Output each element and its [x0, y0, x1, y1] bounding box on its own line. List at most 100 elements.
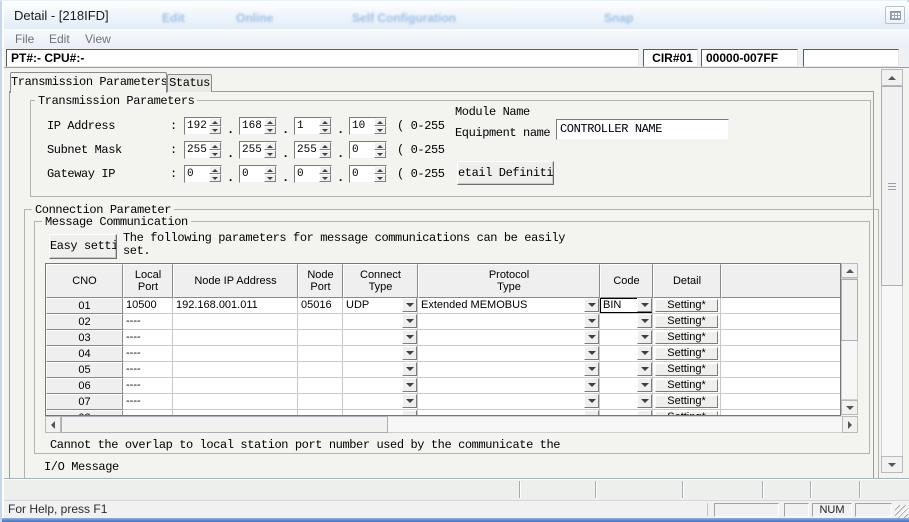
scroll-down-button[interactable]	[841, 400, 858, 415]
spin-up-icon[interactable]	[374, 118, 386, 126]
protocol-type-cell[interactable]	[418, 362, 600, 378]
table-vertical-scrollbar[interactable]	[841, 263, 858, 415]
dropdown-arrow-icon[interactable]	[584, 362, 599, 376]
code-cell[interactable]	[600, 378, 653, 394]
dropdown-arrow-icon[interactable]	[584, 298, 599, 312]
setting-button[interactable]: Setting*	[655, 331, 718, 344]
scroll-down-button[interactable]	[881, 456, 903, 473]
cno-cell[interactable]: 01	[46, 298, 123, 314]
dropdown-arrow-icon[interactable]	[637, 378, 652, 392]
menu-file[interactable]: File	[15, 32, 34, 46]
spin-down-icon[interactable]	[209, 150, 221, 158]
equipment-name-input[interactable]: CONTROLLER NAME	[556, 119, 729, 140]
connect-type-cell[interactable]	[343, 378, 418, 394]
spin-down-icon[interactable]	[264, 126, 276, 134]
setting-button[interactable]: Setting*	[655, 363, 718, 376]
connect-type-cell[interactable]: UDP	[343, 298, 418, 314]
spin-up-icon[interactable]	[319, 166, 331, 174]
node-port-cell[interactable]	[298, 362, 343, 378]
spin-down-icon[interactable]	[374, 150, 386, 158]
easy-setting-button[interactable]: Easy setting	[49, 234, 117, 259]
connect-type-cell[interactable]	[343, 346, 418, 362]
main-vertical-scrollbar[interactable]	[881, 69, 903, 473]
scroll-up-button[interactable]	[881, 69, 903, 86]
dropdown-arrow-icon[interactable]	[584, 378, 599, 392]
node-port-cell[interactable]	[298, 394, 343, 410]
local-port-cell[interactable]: ----	[123, 362, 173, 378]
dropdown-arrow-icon[interactable]	[584, 314, 599, 328]
dropdown-arrow-icon[interactable]	[402, 394, 417, 408]
ip-octet-1-spinner[interactable]: 192	[184, 117, 222, 135]
cno-cell[interactable]: 02	[46, 314, 123, 330]
spin-up-icon[interactable]	[209, 142, 221, 150]
protocol-type-cell[interactable]	[418, 378, 600, 394]
spin-down-icon[interactable]	[319, 126, 331, 134]
menu-view[interactable]: View	[85, 32, 111, 46]
spin-down-icon[interactable]	[374, 126, 386, 134]
scrollbar-thumb[interactable]	[841, 279, 858, 341]
setting-button[interactable]: Setting*	[655, 299, 718, 312]
dropdown-arrow-icon[interactable]	[637, 330, 652, 344]
protocol-type-cell[interactable]: Extended MEMOBUS	[418, 298, 600, 314]
code-cell[interactable]	[600, 346, 653, 362]
node-port-cell[interactable]	[298, 330, 343, 346]
scrollbar-thumb[interactable]	[61, 416, 388, 433]
local-port-cell[interactable]: ----	[123, 314, 173, 330]
dropdown-arrow-icon[interactable]	[637, 362, 652, 376]
spin-down-icon[interactable]	[319, 174, 331, 182]
setting-button[interactable]: Setting*	[655, 379, 718, 392]
spin-down-icon[interactable]	[264, 150, 276, 158]
local-port-cell[interactable]: ----	[123, 346, 173, 362]
subnet-octet-1-spinner[interactable]: 255	[184, 141, 222, 159]
spin-up-icon[interactable]	[374, 142, 386, 150]
spin-up-icon[interactable]	[319, 118, 331, 126]
subnet-octet-2-spinner[interactable]: 255	[239, 141, 277, 159]
cno-cell[interactable]: 04	[46, 346, 123, 362]
spin-up-icon[interactable]	[264, 166, 276, 174]
protocol-type-cell[interactable]	[418, 330, 600, 346]
scroll-right-button[interactable]	[842, 416, 858, 433]
cno-cell[interactable]: 06	[46, 378, 123, 394]
node-ip-cell[interactable]	[173, 362, 298, 378]
ip-octet-2-spinner[interactable]: 168	[239, 117, 277, 135]
spin-down-icon[interactable]	[319, 150, 331, 158]
spin-up-icon[interactable]	[319, 142, 331, 150]
spin-down-icon[interactable]	[264, 174, 276, 182]
code-cell[interactable]: BIN	[600, 298, 653, 314]
dropdown-arrow-icon[interactable]	[584, 394, 599, 408]
ip-octet-4-spinner[interactable]: 10	[349, 117, 387, 135]
node-ip-cell[interactable]	[173, 346, 298, 362]
spin-up-icon[interactable]	[374, 166, 386, 174]
cno-cell[interactable]: 03	[46, 330, 123, 346]
scrollbar-thumb[interactable]	[881, 86, 903, 286]
scroll-left-button[interactable]	[45, 416, 61, 433]
node-ip-cell[interactable]: 192.168.001.011	[173, 298, 298, 314]
node-ip-cell[interactable]	[173, 330, 298, 346]
dropdown-arrow-icon[interactable]	[402, 378, 417, 392]
node-port-cell[interactable]: 05016	[298, 298, 343, 314]
ip-octet-3-spinner[interactable]: 1	[294, 117, 332, 135]
dropdown-arrow-icon[interactable]	[402, 362, 417, 376]
menu-edit[interactable]: Edit	[49, 32, 70, 46]
dropdown-arrow-icon[interactable]	[402, 298, 417, 312]
dropdown-arrow-icon[interactable]	[637, 394, 652, 408]
setting-button[interactable]: Setting*	[655, 315, 718, 328]
dropdown-arrow-icon[interactable]	[402, 330, 417, 344]
local-port-cell[interactable]: ----	[123, 394, 173, 410]
node-port-cell[interactable]	[298, 346, 343, 362]
subnet-octet-3-spinner[interactable]: 255	[294, 141, 332, 159]
dropdown-arrow-icon[interactable]	[402, 314, 417, 328]
spin-up-icon[interactable]	[209, 166, 221, 174]
table-horizontal-scrollbar[interactable]	[45, 416, 858, 433]
code-cell[interactable]	[600, 394, 653, 410]
node-ip-cell[interactable]	[173, 378, 298, 394]
gateway-octet-2-spinner[interactable]: 0	[239, 165, 277, 183]
spin-up-icon[interactable]	[264, 142, 276, 150]
tab-status[interactable]: Status	[167, 74, 212, 92]
dropdown-arrow-icon[interactable]	[637, 298, 652, 312]
gateway-octet-4-spinner[interactable]: 0	[349, 165, 387, 183]
spin-down-icon[interactable]	[374, 174, 386, 182]
connect-type-cell[interactable]	[343, 394, 418, 410]
protocol-type-cell[interactable]	[418, 346, 600, 362]
node-ip-cell[interactable]	[173, 394, 298, 410]
